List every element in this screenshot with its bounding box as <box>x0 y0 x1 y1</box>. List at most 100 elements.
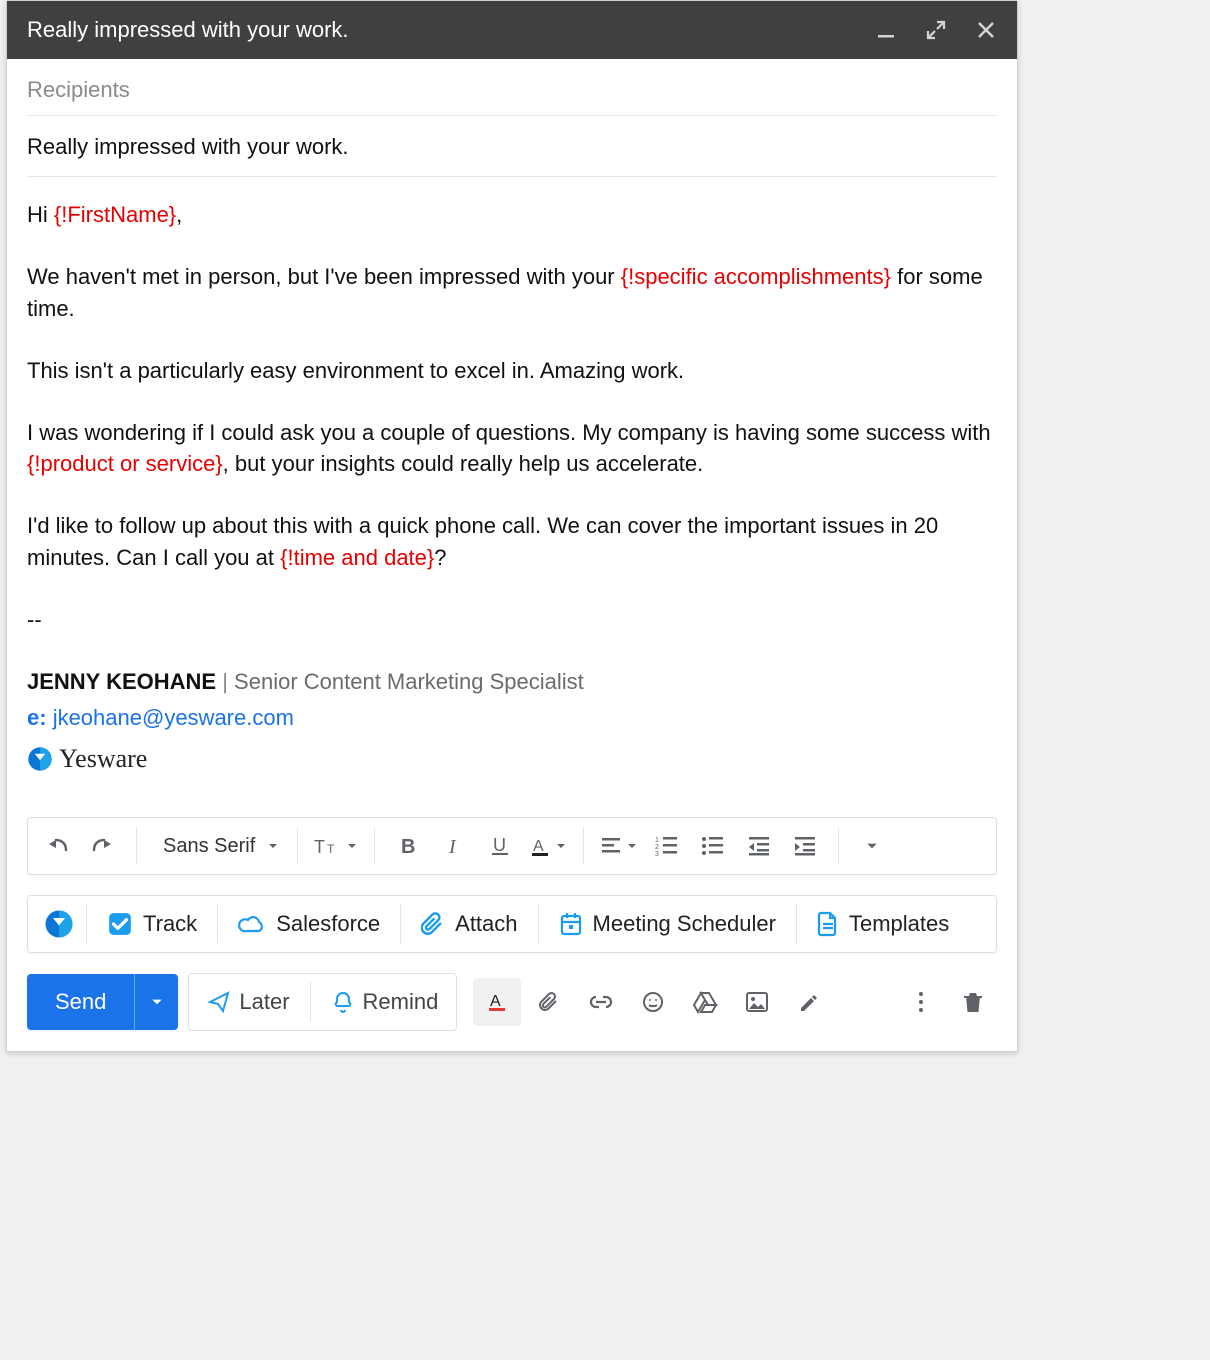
svg-text:I: I <box>448 836 457 857</box>
drive-icon <box>692 990 718 1014</box>
smile-icon <box>641 990 665 1014</box>
indent-more-button[interactable] <box>782 824 828 868</box>
caret-down-icon <box>150 995 164 1009</box>
send-options-button[interactable] <box>134 974 178 1030</box>
yesware-mark-icon <box>44 909 74 939</box>
compose-window: Really impressed with your work. Recipie… <box>6 0 1018 1052</box>
placeholder-accomplishments: {!specific accomplishments} <box>621 264 891 289</box>
salesforce-button[interactable]: Salesforce <box>224 911 394 937</box>
calendar-icon <box>559 911 583 937</box>
insert-link-button[interactable] <box>577 978 625 1026</box>
close-icon[interactable] <box>975 19 997 41</box>
templates-label: Templates <box>849 911 949 937</box>
svg-text:U: U <box>493 835 506 855</box>
insert-emoji-button[interactable] <box>629 978 677 1026</box>
remind-button[interactable]: Remind <box>317 989 453 1015</box>
meeting-scheduler-label: Meeting Scheduler <box>593 911 776 937</box>
align-button[interactable] <box>594 824 644 868</box>
send-button[interactable]: Send <box>27 974 134 1030</box>
subject-value: Really impressed with your work. <box>27 134 349 159</box>
yesware-toolbar: Track Salesforce Attach Meeting Schedule… <box>27 895 997 953</box>
indent-less-button[interactable] <box>736 824 782 868</box>
font-size-button[interactable]: TT <box>308 824 364 868</box>
redo-button[interactable] <box>80 824 126 868</box>
italic-button[interactable]: I <box>431 824 477 868</box>
image-icon <box>745 991 769 1013</box>
body-paragraph-1: We haven't met in person, but I've been … <box>27 261 997 325</box>
signature-name: JENNY KEOHANE <box>27 669 216 694</box>
body-paragraph-4: I'd like to follow up about this with a … <box>27 510 997 574</box>
meeting-scheduler-button[interactable]: Meeting Scheduler <box>545 911 790 937</box>
remind-label: Remind <box>363 989 439 1015</box>
formatting-toolbar: Sans Serif TT B I U A <box>27 817 997 875</box>
signature-dashes: -- <box>27 604 997 636</box>
bottom-toolbars: Sans Serif TT B I U A <box>7 817 1017 1051</box>
track-label: Track <box>143 911 197 937</box>
bold-button[interactable]: B <box>385 824 431 868</box>
paperclip-icon <box>538 990 560 1014</box>
yesware-menu-button[interactable] <box>38 909 80 939</box>
placeholder-product: {!product or service} <box>27 451 223 476</box>
bell-icon <box>331 990 355 1014</box>
file-icon <box>817 911 839 937</box>
undo-button[interactable] <box>34 824 80 868</box>
body-paragraph-2: This isn't a particularly easy environme… <box>27 355 997 387</box>
expand-icon[interactable] <box>925 19 947 41</box>
underline-button[interactable]: U <box>477 824 523 868</box>
more-options-button[interactable] <box>897 978 945 1026</box>
send-button-group: Send <box>27 974 178 1030</box>
bulleted-list-button[interactable] <box>690 824 736 868</box>
attach-button[interactable]: Attach <box>407 911 531 937</box>
window-titlebar: Really impressed with your work. <box>7 1 1017 59</box>
signature-email: jkeohane@yesware.com <box>53 705 294 730</box>
trash-icon <box>963 990 983 1014</box>
more-vert-icon <box>917 990 925 1014</box>
svg-text:A: A <box>490 993 501 1010</box>
placeholder-firstname: {!FirstName} <box>54 202 176 227</box>
more-formatting-button[interactable] <box>849 824 895 868</box>
minimize-icon[interactable] <box>875 19 897 41</box>
recipients-field[interactable]: Recipients <box>27 59 997 116</box>
attach-label: Attach <box>455 911 517 937</box>
schedule-group: Later Remind <box>188 973 457 1031</box>
attach-file-button[interactable] <box>525 978 573 1026</box>
yesware-logo: Yesware <box>27 740 997 778</box>
placeholder-timedate: {!time and date} <box>280 545 434 570</box>
recipients-placeholder: Recipients <box>27 77 130 102</box>
link-icon <box>588 994 614 1010</box>
svg-text:B: B <box>401 836 415 857</box>
numbered-list-button[interactable]: 123 <box>644 824 690 868</box>
subject-field[interactable]: Really impressed with your work. <box>27 116 997 177</box>
body-greeting: Hi {!FirstName}, <box>27 199 997 231</box>
format-color-button[interactable]: A <box>473 978 521 1026</box>
message-body[interactable]: Hi {!FirstName}, We haven't met in perso… <box>7 177 1017 817</box>
send-row: Send Later Remind A <box>27 973 997 1031</box>
compose-icon-row: A <box>469 978 833 1026</box>
caret-down-icon <box>626 840 638 852</box>
later-button[interactable]: Later <box>193 989 303 1015</box>
caret-down-icon <box>267 840 279 852</box>
insert-photo-button[interactable] <box>733 978 781 1026</box>
signature-title: Senior Content Marketing Specialist <box>234 669 584 694</box>
send-label: Send <box>55 989 106 1015</box>
body-paragraph-3: I was wondering if I could ask you a cou… <box>27 417 997 481</box>
yesware-wordmark: Yesware <box>59 740 147 778</box>
confidential-mode-button[interactable] <box>785 978 833 1026</box>
text-color-button[interactable]: A <box>523 824 573 868</box>
templates-button[interactable]: Templates <box>803 911 963 937</box>
discard-draft-button[interactable] <box>949 978 997 1026</box>
yesware-mark-icon <box>27 746 53 772</box>
track-toggle[interactable]: Track <box>93 911 211 937</box>
pen-icon <box>800 990 818 1014</box>
svg-text:A: A <box>533 838 544 855</box>
svg-text:T: T <box>314 837 325 857</box>
font-family-select[interactable]: Sans Serif <box>147 835 287 858</box>
insert-drive-button[interactable] <box>681 978 729 1026</box>
signature-line-2: e: jkeohane@yesware.com <box>27 702 997 734</box>
svg-text:1: 1 <box>655 837 659 844</box>
caret-down-icon <box>555 840 567 852</box>
font-family-label: Sans Serif <box>155 835 263 858</box>
cloud-icon <box>238 913 266 935</box>
svg-text:3: 3 <box>655 851 659 857</box>
later-label: Later <box>239 989 289 1015</box>
